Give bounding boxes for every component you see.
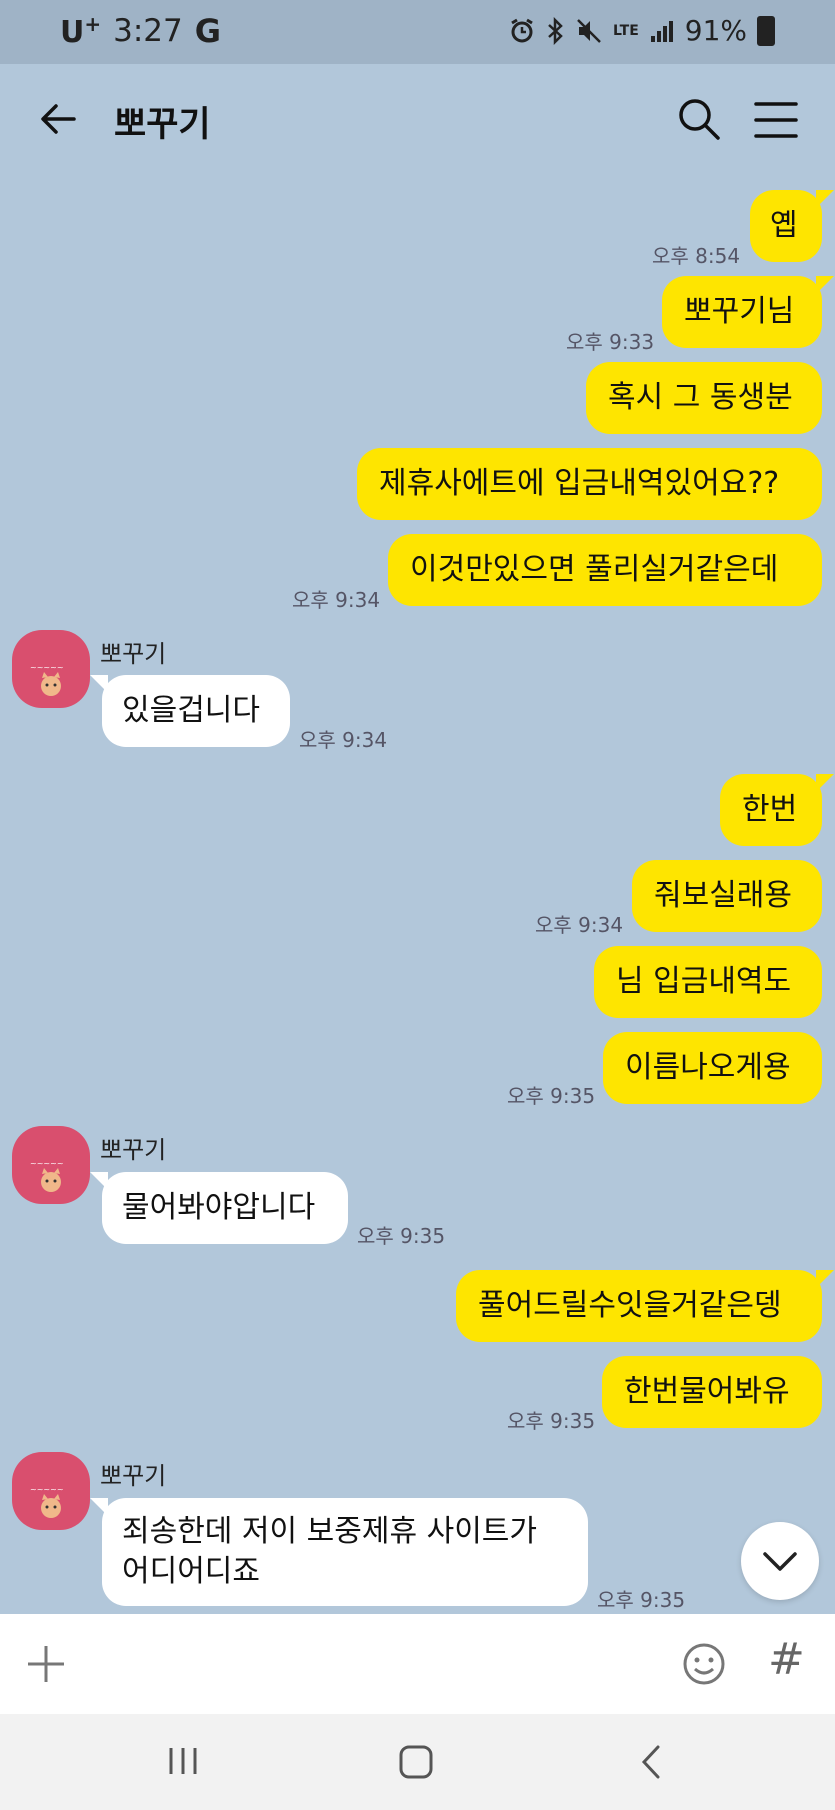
alarm-icon [511,18,533,42]
scroll-down-button[interactable] [741,1522,819,1600]
recents-icon[interactable] [166,1744,200,1778]
plus-icon[interactable] [26,1644,66,1684]
sender-name: 뽀꾸기 [100,1462,167,1490]
network-type: LTE [613,22,639,39]
message-line: 죄송한데 저이 보중제휴 사이트가 [122,1514,538,1549]
message-bubble-mine[interactable]: 이름나오게용 [603,1032,822,1104]
hashtag-button[interactable]: # [768,1634,805,1685]
carrier-label: U+ [60,12,102,50]
arrow-left-icon[interactable] [34,94,84,144]
back-icon[interactable] [636,1744,666,1780]
message-bubble-mine[interactable]: 이것만있으면 풀리실거같은데 [388,534,822,606]
message-time: 오후 8:54 [652,244,741,268]
message-time: 오후 9:35 [507,1084,596,1108]
cat-avatar-icon: ~~~~~ [30,1485,64,1518]
mute-icon [577,18,601,43]
battery-icon [757,15,775,46]
message-time: 오후 9:34 [535,913,624,937]
cat-avatar-icon: ~~~~~ [30,1159,64,1192]
signal-icon [650,20,673,42]
message-bubble-mine[interactable]: 님 입금내역도 [594,946,822,1018]
message-bubble-mine[interactable]: 풀어드릴수잇을거같은뎅 [456,1270,834,1342]
svg-text:~~~~~: ~~~~~ [30,1485,64,1494]
status-left: U+ 3:27 G [60,12,221,50]
message-time: 오후 9:35 [357,1224,446,1248]
message-time: 오후 9:35 [507,1409,596,1433]
message-bubble-mine[interactable]: 혹시 그 동생분 [586,362,822,434]
chat-header: 뽀꾸기 [0,64,835,174]
emoji-icon[interactable] [682,1642,726,1686]
message-bubble-theirs[interactable]: 물어봐야압니다 [90,1172,348,1244]
system-navigation-bar [0,1714,835,1810]
message-bubble-mine[interactable]: 한번물어봐유 [602,1356,822,1428]
status-bar: U+ 3:27 G LTE 91% [0,0,835,64]
message-time: 오후 9:34 [292,588,381,612]
sender-name: 뽀꾸기 [100,1136,167,1164]
message-bubble-theirs[interactable]: 죄송한데 저이 보중제휴 사이트가 어디어디죠 [90,1498,588,1606]
clock: 3:27 [113,13,183,49]
svg-text:~~~~~: ~~~~~ [30,1159,64,1168]
svg-text:~~~~~: ~~~~~ [30,663,64,672]
status-right: LTE 91% [509,14,775,47]
bluetooth-icon [548,16,563,45]
message-bubble-mine[interactable]: 옙 [750,190,834,262]
message-bubble-mine[interactable]: 뽀꾸기님 [662,276,834,348]
chat-title: 뽀꾸기 [114,105,211,145]
avatar[interactable]: ~~~~~ [12,1452,90,1530]
message-line: 어디어디죠 [122,1554,260,1589]
message-bubble-mine[interactable]: 한번 [720,774,834,846]
google-icon: G [194,12,222,50]
message-input-bar[interactable]: # [0,1614,835,1714]
avatar[interactable]: ~~~~~ [12,1126,90,1204]
message-bubble-theirs[interactable]: 있을겁니다 [90,675,290,747]
sender-name: 뽀꾸기 [100,640,167,668]
hamburger-menu-icon[interactable] [752,98,800,142]
message-time: 오후 9:34 [299,728,388,752]
message-time: 오후 9:33 [566,330,655,354]
chevron-down-icon [763,1552,797,1571]
search-icon[interactable] [674,94,724,144]
message-bubble-mine[interactable]: 줘보실래용 [632,860,822,932]
avatar[interactable]: ~~~~~ [12,630,90,708]
cat-avatar-icon: ~~~~~ [30,663,64,696]
home-icon[interactable] [398,1744,434,1780]
message-time: 오후 9:35 [597,1588,686,1612]
message-bubble-mine[interactable]: 제휴사에트에 입금내역있어요?? [357,448,822,520]
battery-percent: 91% [684,14,747,47]
